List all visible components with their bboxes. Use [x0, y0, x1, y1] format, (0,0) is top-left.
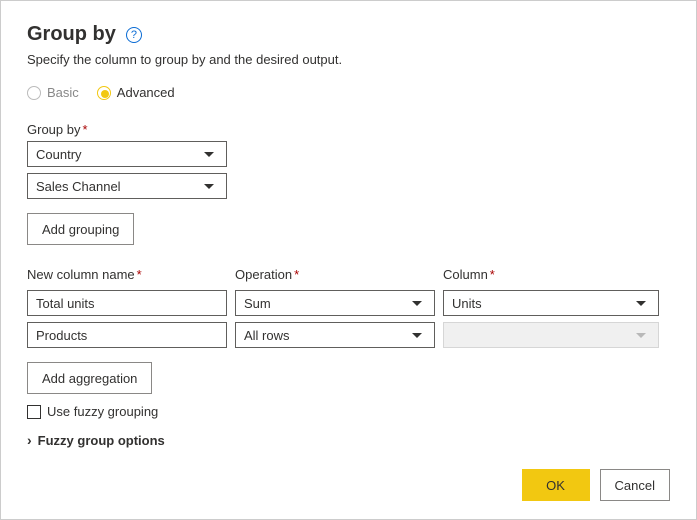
add-aggregation-button[interactable]: Add aggregation: [27, 362, 152, 394]
group-by-value-0: Country: [36, 147, 82, 162]
fuzzy-group-options-expander[interactable]: › Fuzzy group options: [27, 433, 670, 448]
column-select-1: [443, 322, 659, 348]
group-by-label: Group by*: [27, 122, 670, 137]
group-by-dialog: Group by ? Specify the column to group b…: [1, 1, 696, 466]
use-fuzzy-grouping-label: Use fuzzy grouping: [47, 404, 158, 419]
fuzzy-group-options-label: Fuzzy group options: [38, 433, 165, 448]
radio-icon: [97, 86, 111, 100]
mode-radio-group: Basic Advanced: [27, 85, 670, 100]
group-by-select-1[interactable]: Sales Channel: [27, 173, 227, 199]
mode-advanced-radio[interactable]: Advanced: [97, 85, 175, 100]
column-select-0[interactable]: Units: [443, 290, 659, 316]
column-header: Column*: [443, 267, 659, 282]
chevron-down-icon: [412, 333, 422, 338]
group-by-value-1: Sales Channel: [36, 179, 121, 194]
dialog-footer: OK Cancel: [522, 469, 670, 501]
mode-advanced-label: Advanced: [117, 85, 175, 100]
dialog-subtitle: Specify the column to group by and the d…: [27, 52, 670, 67]
chevron-down-icon: [412, 301, 422, 306]
use-fuzzy-grouping-checkbox[interactable]: Use fuzzy grouping: [27, 404, 670, 419]
new-column-name-input-1[interactable]: [27, 322, 227, 348]
operation-header: Operation*: [235, 267, 435, 282]
group-by-select-0[interactable]: Country: [27, 141, 227, 167]
group-by-section: Group by* Country Sales Channel: [27, 122, 670, 199]
chevron-down-icon: [204, 152, 214, 157]
aggregation-row: All rows: [27, 322, 670, 348]
new-column-name-header: New column name*: [27, 267, 227, 282]
new-column-name-input-0[interactable]: [27, 290, 227, 316]
chevron-down-icon: [204, 184, 214, 189]
operation-select-1[interactable]: All rows: [235, 322, 435, 348]
help-icon[interactable]: ?: [126, 27, 142, 43]
chevron-down-icon: [636, 301, 646, 306]
aggregation-row: Sum Units: [27, 290, 670, 316]
operation-select-0[interactable]: Sum: [235, 290, 435, 316]
dialog-title: Group by: [27, 23, 116, 46]
mode-basic-label: Basic: [47, 85, 79, 100]
aggregation-headers: New column name* Operation* Column*: [27, 267, 670, 286]
chevron-down-icon: [636, 333, 646, 338]
title-row: Group by ?: [27, 23, 670, 46]
cancel-button[interactable]: Cancel: [600, 469, 670, 501]
radio-icon: [27, 86, 41, 100]
ok-button[interactable]: OK: [522, 469, 590, 501]
chevron-right-icon: ›: [27, 433, 32, 447]
mode-basic-radio[interactable]: Basic: [27, 85, 79, 100]
add-grouping-button[interactable]: Add grouping: [27, 213, 134, 245]
required-star: *: [82, 122, 87, 137]
checkbox-icon: [27, 405, 41, 419]
